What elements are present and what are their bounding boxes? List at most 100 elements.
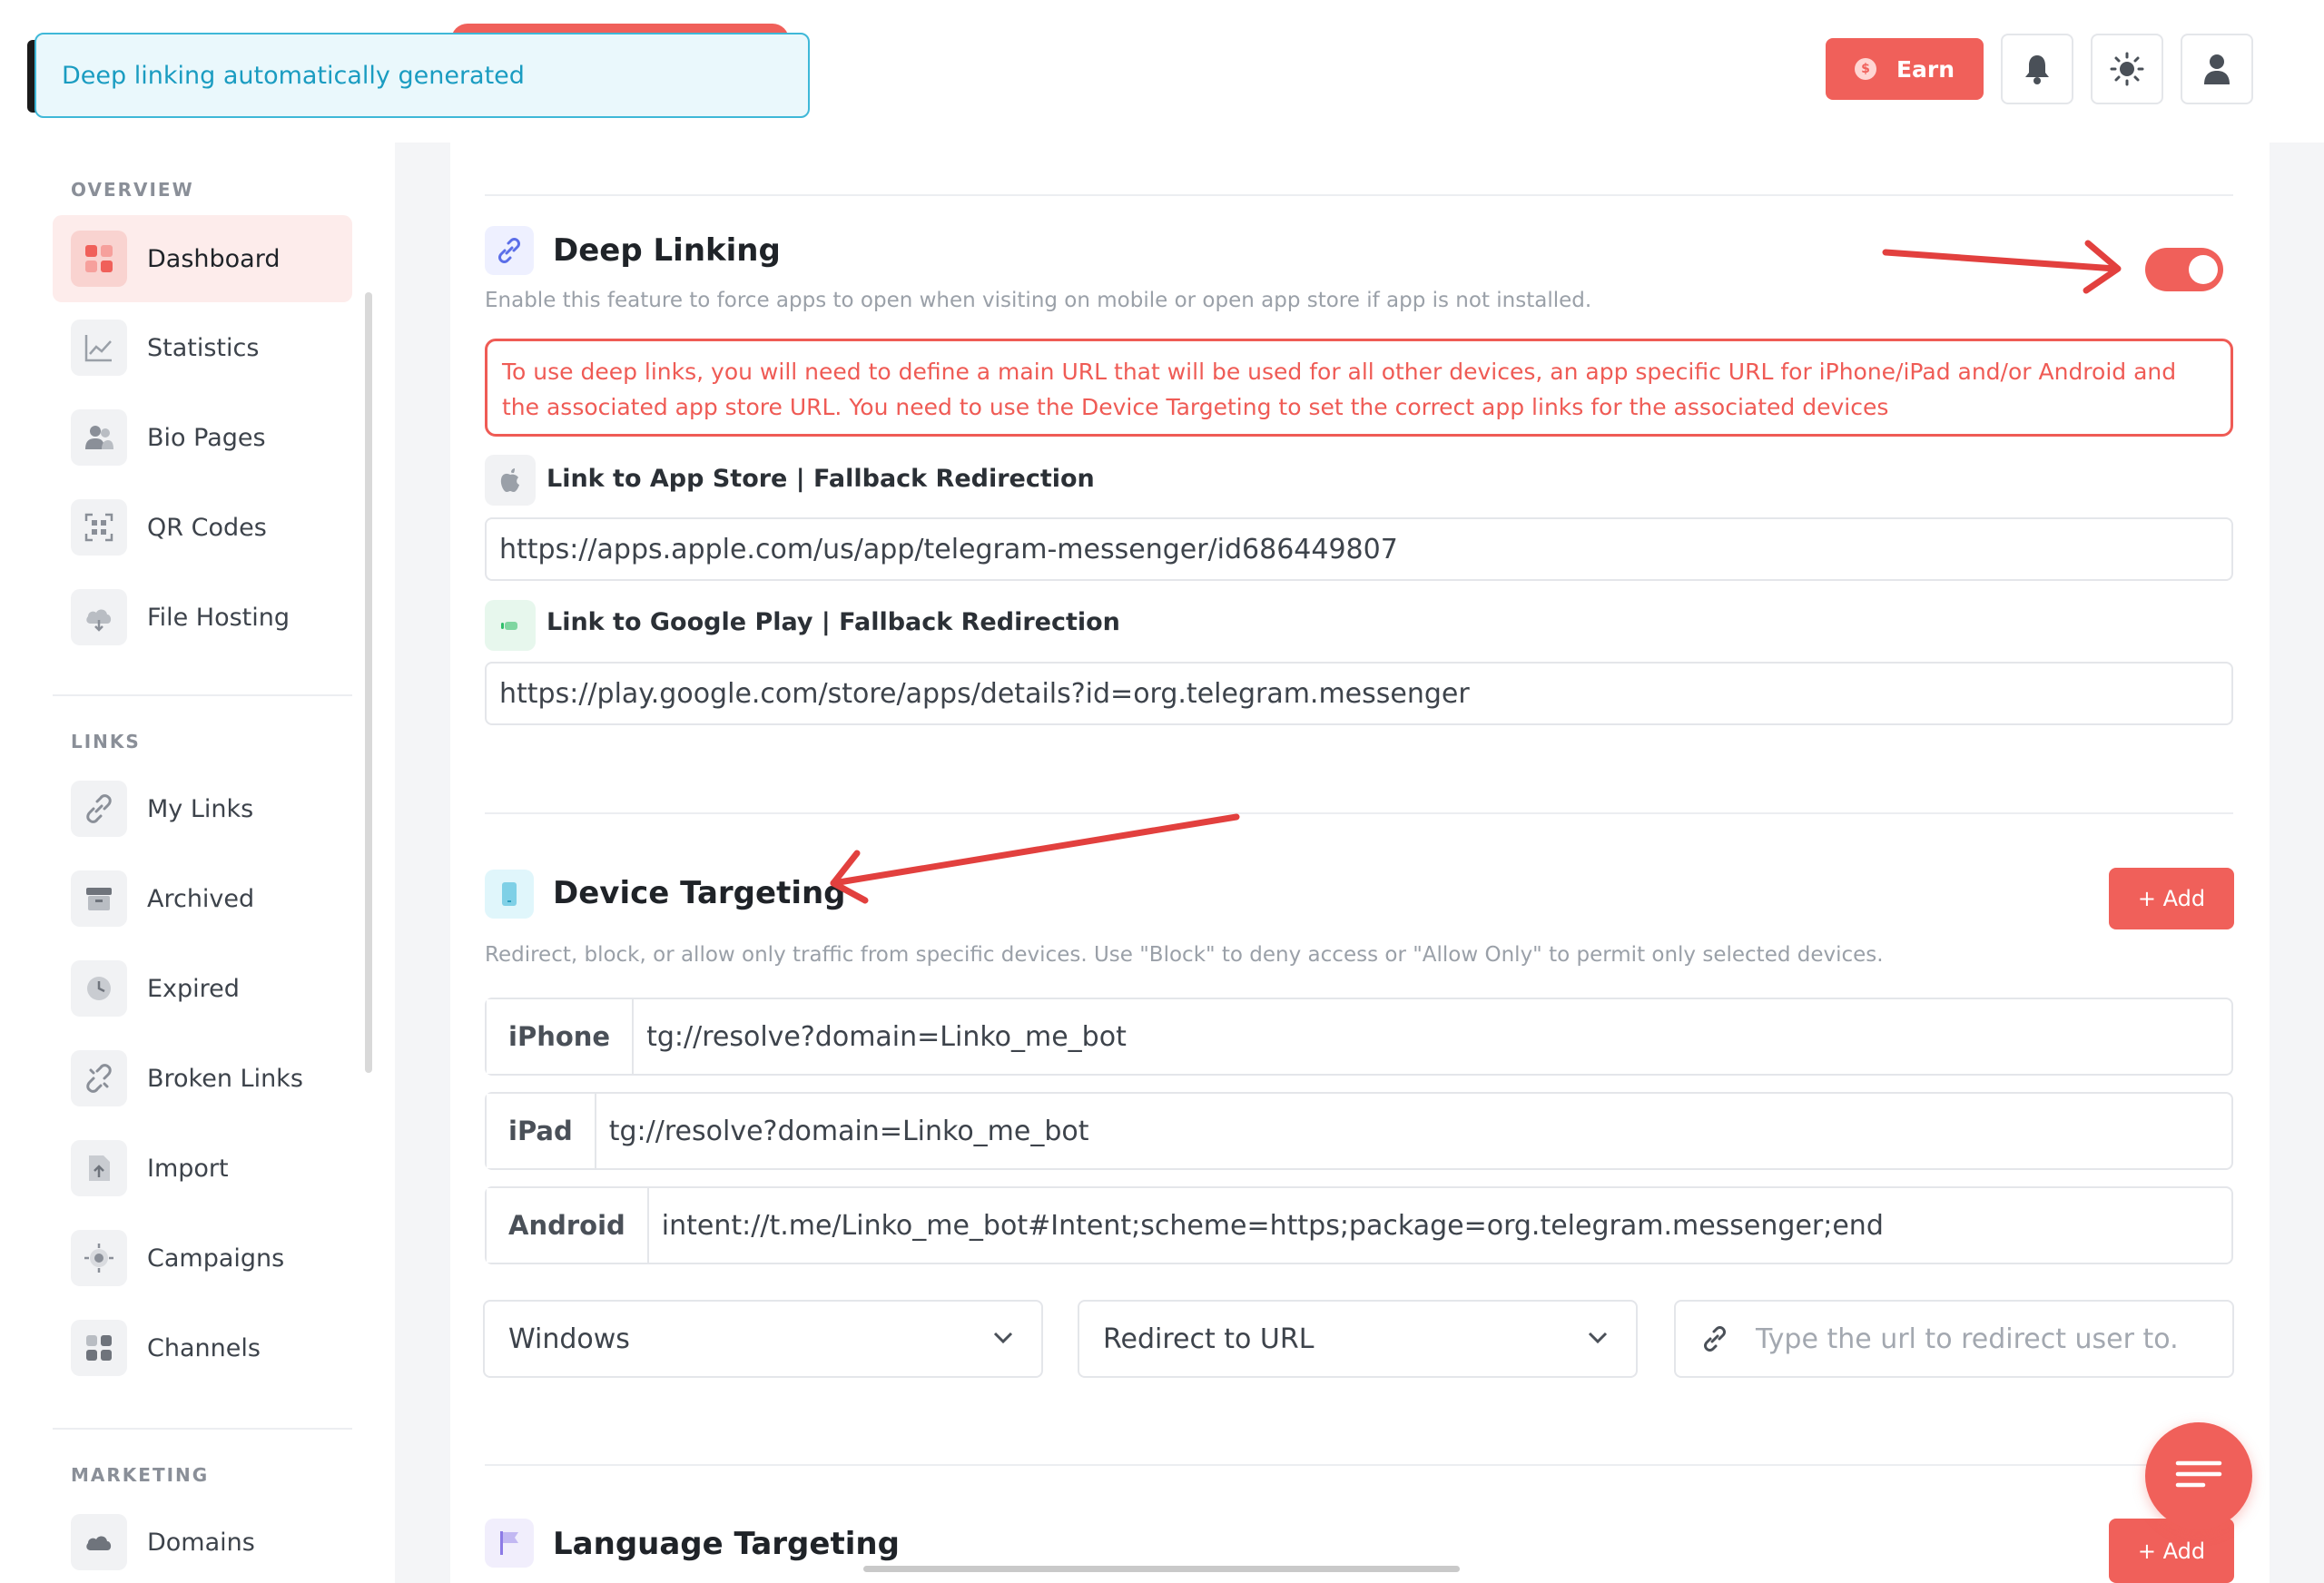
deep-linking-title: Deep Linking: [553, 232, 781, 269]
sidebar-item-label: Expired: [147, 974, 240, 1003]
dashboard-icon: [71, 231, 127, 287]
sidebar-item-label: Statistics: [147, 333, 260, 362]
grid-icon: [71, 1320, 127, 1376]
redirect-url-placeholder: Type the url to redirect user to.: [1756, 1322, 2179, 1355]
bell-icon: [2025, 55, 2049, 84]
archive-icon: [71, 870, 127, 927]
section-divider: [485, 812, 2233, 814]
app-store-url-input[interactable]: https://apps.apple.com/us/app/telegram-m…: [485, 517, 2233, 581]
sidebar-scrollbar[interactable]: [365, 292, 372, 1073]
sidebar-item-dashboard[interactable]: Dashboard: [53, 215, 352, 302]
sidebar: OVERVIEW Dashboard Statistics Bio Pages …: [0, 143, 395, 1583]
sidebar-item-bio-pages[interactable]: Bio Pages: [53, 394, 352, 481]
sidebar-item-channels[interactable]: Channels: [53, 1304, 352, 1391]
device-targeting-section-icon: [485, 870, 534, 919]
device-url-input[interactable]: intent://t.me/Linko_me_bot#Intent;scheme…: [649, 1188, 1884, 1263]
device-rule-row: Android intent://t.me/Linko_me_bot#Inten…: [485, 1186, 2233, 1264]
cloud-icon: [71, 1514, 127, 1570]
app-store-url-value: https://apps.apple.com/us/app/telegram-m…: [499, 533, 1398, 565]
link-icon: [498, 238, 520, 263]
device-url-input[interactable]: tg://resolve?domain=Linko_me_bot: [634, 999, 1127, 1074]
sidebar-item-label: My Links: [147, 794, 254, 823]
sidebar-item-label: Channels: [147, 1333, 261, 1362]
apple-icon: [485, 455, 536, 506]
device-targeting-description: Redirect, block, or allow only traffic f…: [485, 943, 1884, 967]
action-select[interactable]: Redirect to URL: [1078, 1300, 1638, 1378]
theme-toggle-button[interactable]: [2091, 34, 2163, 104]
sidebar-item-label: Import: [147, 1154, 229, 1183]
sidebar-item-label: Bio Pages: [147, 423, 266, 452]
google-play-label: Link to Google Play | Fallback Redirecti…: [547, 608, 1120, 636]
sidebar-item-qr-codes[interactable]: QR Codes: [53, 484, 352, 571]
app-store-label: Link to App Store | Fallback Redirection: [547, 465, 1095, 493]
sidebar-item-domains[interactable]: Domains: [53, 1499, 352, 1583]
section-label-overview: OVERVIEW: [71, 179, 194, 201]
sidebar-item-label: Domains: [147, 1528, 255, 1557]
add-language-rule-button[interactable]: + Add: [2109, 1519, 2234, 1583]
chart-icon: [71, 320, 127, 376]
toast-message: Deep linking automatically generated: [62, 61, 525, 90]
clock-icon: [71, 960, 127, 1017]
deep-link-section-icon: [485, 226, 534, 275]
sidebar-item-label: Dashboard: [147, 244, 281, 273]
flag-icon: [500, 1531, 518, 1555]
deep-linking-description: Enable this feature to force apps to ope…: [485, 289, 1592, 312]
warning-line-1: To use deep links, you will need to defi…: [502, 359, 2177, 385]
section-divider: [485, 194, 2233, 196]
google-play-url-input[interactable]: https://play.google.com/store/apps/detai…: [485, 662, 2233, 725]
sidebar-item-label: Archived: [147, 884, 255, 913]
android-icon: [485, 600, 536, 651]
sidebar-item-statistics[interactable]: Statistics: [53, 304, 352, 391]
device-rule-row: iPad tg://resolve?domain=Linko_me_bot: [485, 1092, 2233, 1170]
coin-icon: $: [1854, 58, 1876, 80]
language-targeting-section-icon: [485, 1519, 534, 1568]
deep-linking-warning: To use deep links, you will need to defi…: [485, 339, 2233, 437]
toast-notification: Deep linking automatically generated: [34, 33, 810, 118]
sidebar-item-expired[interactable]: Expired: [53, 945, 352, 1032]
section-divider: [485, 1464, 2233, 1466]
sidebar-item-label: Campaigns: [147, 1244, 285, 1273]
add-device-rule-button[interactable]: + Add: [2109, 868, 2234, 929]
floating-menu-button[interactable]: [2145, 1422, 2252, 1529]
google-play-url-value: https://play.google.com/store/apps/detai…: [499, 677, 1470, 710]
import-icon: [71, 1140, 127, 1196]
target-icon: [71, 1230, 127, 1286]
sun-icon: [2110, 52, 2144, 86]
device-name: iPad: [487, 1094, 596, 1168]
sidebar-item-import[interactable]: Import: [53, 1125, 352, 1212]
sidebar-item-file-hosting[interactable]: File Hosting: [53, 574, 352, 661]
user-menu-button[interactable]: [2181, 34, 2253, 104]
redirect-url-input[interactable]: Type the url to redirect user to.: [1674, 1300, 2234, 1378]
sidebar-item-broken-links[interactable]: Broken Links: [53, 1035, 352, 1122]
device-select[interactable]: Windows: [483, 1300, 1043, 1378]
chevron-down-icon: [993, 1332, 1013, 1344]
cloud-icon: [71, 589, 127, 645]
sidebar-item-my-links[interactable]: My Links: [53, 765, 352, 852]
user-icon: [2204, 54, 2230, 84]
device-name: iPhone: [487, 999, 635, 1074]
sidebar-item-campaigns[interactable]: Campaigns: [53, 1214, 352, 1302]
broken-link-icon: [71, 1050, 127, 1106]
earn-label: Earn: [1896, 55, 1955, 83]
sidebar-item-label: QR Codes: [147, 513, 267, 542]
section-label-links: LINKS: [71, 731, 141, 752]
toggle-knob: [2189, 255, 2218, 284]
deep-linking-toggle[interactable]: [2145, 248, 2223, 291]
users-icon: [71, 409, 127, 466]
qr-icon: [71, 499, 127, 556]
horizontal-scrollbar[interactable]: [863, 1566, 1460, 1572]
sidebar-divider: [53, 1428, 352, 1430]
section-label-marketing: MARKETING: [71, 1464, 210, 1486]
device-rule-row: iPhone tg://resolve?domain=Linko_me_bot: [485, 998, 2233, 1076]
notifications-button[interactable]: [2001, 34, 2073, 104]
language-targeting-title: Language Targeting: [553, 1526, 900, 1562]
sidebar-divider: [53, 694, 352, 696]
phone-icon: [502, 882, 517, 906]
chevron-down-icon: [1588, 1332, 1608, 1344]
device-select-value: Windows: [508, 1322, 630, 1355]
link-icon: [1704, 1326, 1726, 1352]
earn-button[interactable]: $ Earn: [1826, 38, 1984, 100]
device-targeting-title: Device Targeting: [553, 875, 846, 911]
device-url-input[interactable]: tg://resolve?domain=Linko_me_bot: [596, 1094, 1089, 1168]
sidebar-item-archived[interactable]: Archived: [53, 855, 352, 942]
